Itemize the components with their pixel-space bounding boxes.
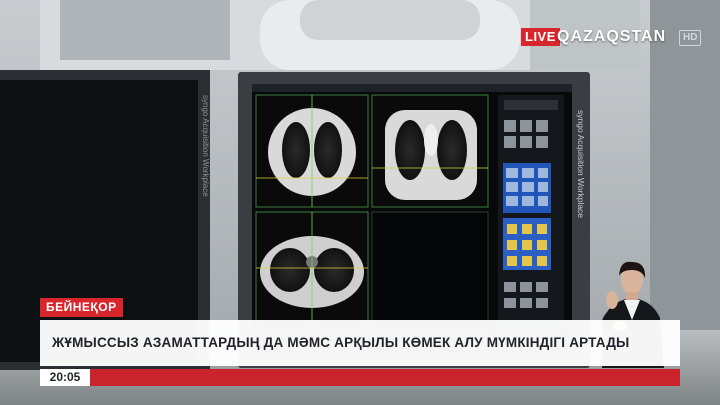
channel-logo: QAZAQSTAN — [557, 28, 667, 45]
svg-text:syngo Acquisition Workplace: syngo Acquisition Workplace — [201, 95, 210, 197]
location-tag: БЕЙНЕҚОР — [40, 298, 123, 317]
hd-badge: HD — [679, 30, 702, 46]
monitor-vertical-label: syngo Acquisition Workplace — [576, 110, 586, 218]
live-badge: LIVE — [521, 28, 560, 46]
broadcast-clock: 20:05 — [40, 369, 90, 386]
video-frame: syngo Acquisition Workplace syngo Acquis… — [0, 0, 720, 405]
headline-text: ЖҰМЫССЫЗ АЗАМАТТАРДЫҢ ДА МӘМС АРҚЫЛЫ КӨМ… — [52, 335, 630, 350]
ticker-strip — [40, 369, 680, 386]
headline-bar: ЖҰМЫССЫЗ АЗАМАТТАРДЫҢ ДА МӘМС АРҚЫЛЫ КӨМ… — [40, 320, 680, 366]
